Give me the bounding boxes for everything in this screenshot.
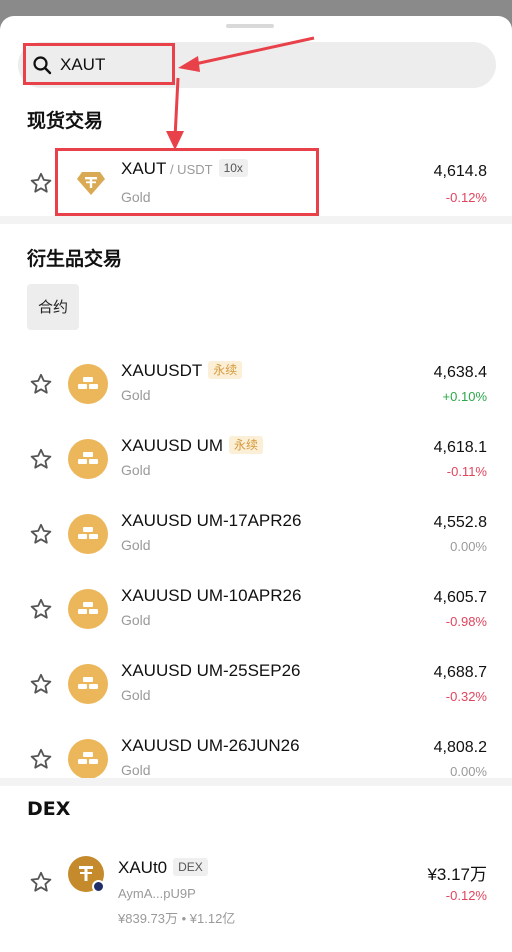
star-outline-icon[interactable] [29, 171, 53, 195]
spot-row-xaut[interactable]: XAUT / USDT 10x Gold 4,614.8 -0.12% [0, 147, 512, 219]
gold-bars-icon [68, 589, 108, 629]
derivative-row[interactable]: XAUUSD UM-10APR26 Gold 4,605.7 -0.98% [0, 573, 512, 645]
asset-label: Gold [121, 612, 151, 628]
change-percent: -0.12% [445, 190, 487, 205]
star-outline-icon[interactable] [29, 372, 53, 396]
change-percent: +0.10% [442, 389, 487, 404]
price: 4,638.4 [433, 364, 487, 381]
star-outline-icon[interactable] [29, 597, 53, 621]
change-percent: -0.11% [446, 464, 487, 479]
gold-bars-icon [68, 364, 108, 404]
derivative-row[interactable]: XAUUSDT 永续 Gold 4,638.4 +0.10% [0, 348, 512, 420]
derivative-row[interactable]: XAUUSD UM 永续 Gold 4,618.1 -0.11% [0, 423, 512, 495]
perpetual-badge: 永续 [229, 436, 264, 454]
xaut0-token-icon [68, 856, 105, 893]
perpetual-badge: 永续 [208, 361, 243, 379]
change-percent: 0.00% [450, 764, 487, 779]
price: 4,808.2 [433, 739, 487, 756]
spot-section-title: 现货交易 [27, 110, 104, 132]
dex-badge: DEX [173, 858, 208, 876]
tether-gold-icon [77, 172, 105, 195]
price: 4,605.7 [433, 589, 487, 606]
gold-bars-icon [68, 439, 108, 479]
change-percent: -0.32% [445, 689, 487, 704]
token-address: AymA...pU9P [118, 886, 196, 901]
quote-currency: / USDT [166, 162, 213, 177]
symbol: XAUUSD UM [121, 436, 224, 455]
chain-badge-icon [92, 880, 105, 893]
pair-name: XAUT / USDT 10x [121, 159, 248, 179]
gold-bars-icon [68, 514, 108, 554]
section-divider [0, 778, 512, 786]
section-divider [0, 216, 512, 224]
derivative-row[interactable]: XAUUSD UM-25SEP26 Gold 4,688.7 -0.32% [0, 648, 512, 720]
pair-name: XAUt0 DEX [118, 858, 208, 878]
price: 4,688.7 [433, 664, 487, 681]
asset-label: Gold [121, 387, 151, 403]
change-percent: -0.98% [445, 614, 487, 629]
search-sheet: 现货交易 XAUT / USDT10x Gold 4,614.8 -0.12% … [0, 16, 512, 952]
symbol: XAUt0 [118, 858, 168, 877]
pair-name: XAUUSD UM 永续 [121, 436, 264, 456]
asset-label: Gold [121, 462, 151, 478]
symbol: XAUUSD UM-25SEP26 [121, 661, 301, 680]
drag-handle[interactable] [226, 24, 274, 28]
star-outline-icon[interactable] [29, 672, 53, 696]
price: 4,618.1 [433, 439, 487, 456]
symbol: XAUUSD UM-10APR26 [121, 586, 302, 605]
market-stats: ¥839.73万 • ¥1.12亿 [118, 911, 236, 926]
search-input[interactable] [60, 42, 360, 88]
asset-label: Gold [121, 687, 151, 703]
dex-section-title: DEX [27, 798, 71, 820]
pair-name: XAUUSD UM-26JUN26 [121, 736, 300, 756]
symbol: XAUUSDT [121, 361, 203, 380]
symbol: XAUT [121, 159, 167, 178]
gold-bars-icon [68, 664, 108, 704]
price: 4,552.8 [433, 514, 487, 531]
pair-name: XAUUSD UM-17APR26 [121, 511, 301, 531]
gold-bars-icon [68, 739, 108, 779]
pair-name: XAUUSDT 永续 [121, 361, 243, 381]
price: 4,614.8 [433, 163, 487, 180]
contract-filter-chip[interactable]: 合约 [27, 284, 79, 330]
change-percent: 0.00% [450, 539, 487, 554]
symbol: XAUUSD UM-17APR26 [121, 511, 302, 530]
leverage-badge: 10x [218, 159, 248, 177]
star-outline-icon[interactable] [29, 870, 53, 894]
pair-name: XAUUSD UM-10APR26 [121, 586, 301, 606]
derivative-row[interactable]: XAUUSD UM-17APR26 Gold 4,552.8 0.00% [0, 498, 512, 570]
star-outline-icon[interactable] [29, 522, 53, 546]
star-outline-icon[interactable] [29, 747, 53, 771]
symbol: XAUUSD UM-26JUN26 [121, 736, 300, 755]
derivatives-section-title: 衍生品交易 [27, 248, 123, 270]
change-percent: -0.12% [445, 888, 487, 903]
asset-label: Gold [121, 189, 151, 205]
dex-row-xaut0[interactable]: XAUt0 DEX AymA...pU9P ¥839.73万 • ¥1.12亿 ¥… [0, 842, 512, 932]
search-bar[interactable] [18, 42, 496, 88]
asset-label: Gold [121, 537, 151, 553]
pair-name: XAUUSD UM-25SEP26 [121, 661, 301, 681]
price: ¥3.17万 [427, 865, 487, 884]
asset-label: Gold [121, 762, 151, 778]
star-outline-icon[interactable] [29, 447, 53, 471]
search-icon [33, 56, 52, 75]
